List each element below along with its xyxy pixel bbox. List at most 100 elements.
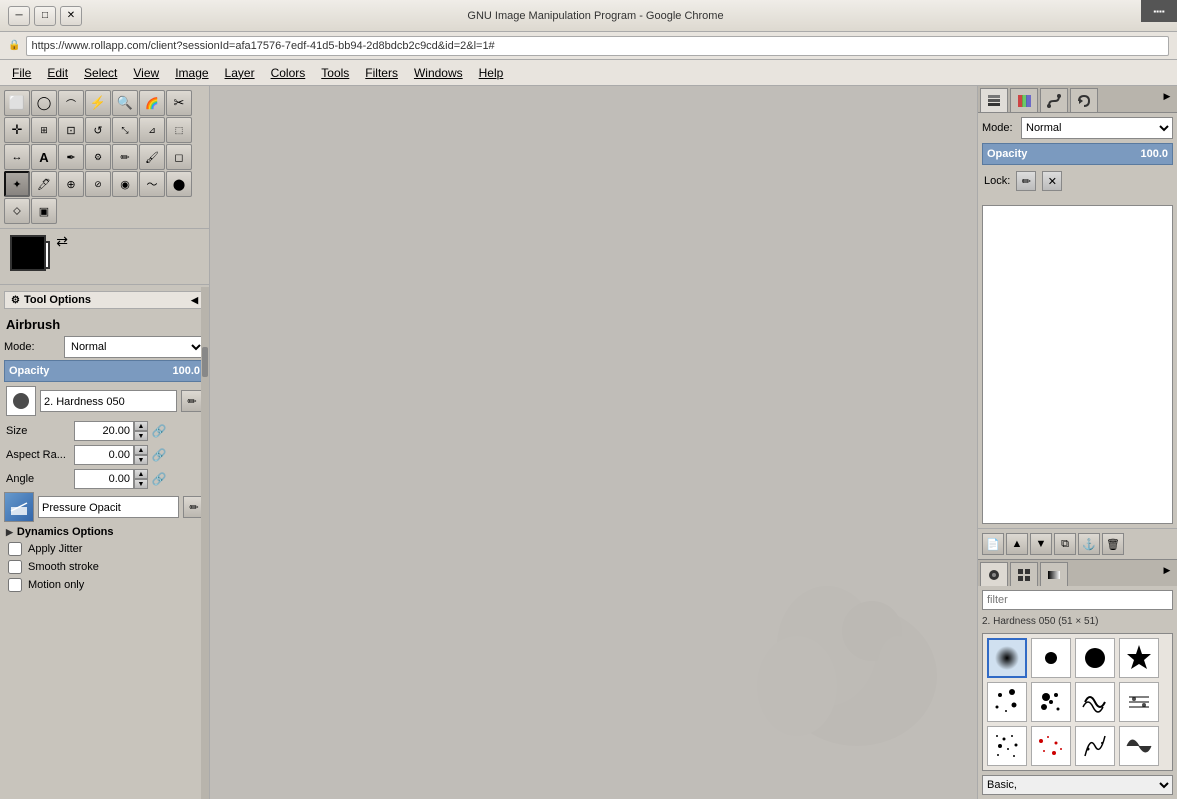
menu-view[interactable]: View [125, 64, 167, 82]
layers-list[interactable] [982, 205, 1173, 524]
brush-item-abstract2[interactable] [1119, 726, 1159, 766]
smooth-stroke-label[interactable]: Smooth stroke [28, 561, 99, 573]
raise-layer-button[interactable]: ▲ [1006, 533, 1028, 555]
tool-paintbrush[interactable]: 🖌 [139, 144, 165, 170]
motion-only-checkbox[interactable] [8, 578, 22, 592]
menu-select[interactable]: Select [76, 64, 125, 82]
tool-zoom[interactable]: 🔍 [112, 90, 138, 116]
menu-file[interactable]: File [4, 64, 39, 82]
tool-move[interactable]: ✛ [4, 117, 30, 143]
mode-select[interactable]: Normal Dissolve Multiply [64, 336, 205, 358]
tool-heal[interactable]: ⊘ [85, 171, 111, 197]
brush-item-hardness-050[interactable] [987, 638, 1027, 678]
tool-pencil[interactable]: ✏ [112, 144, 138, 170]
brush-item-dots1[interactable] [987, 726, 1027, 766]
smooth-stroke-checkbox[interactable] [8, 560, 22, 574]
layers-opacity-bar[interactable]: Opacity 100.0 [982, 143, 1173, 165]
size-down-button[interactable]: ▼ [134, 431, 148, 441]
brush-item-abstract1[interactable] [1075, 726, 1115, 766]
angle-chain-button[interactable]: 🔗 [148, 468, 170, 490]
size-chain-button[interactable]: 🔗 [148, 420, 170, 442]
angle-spinner[interactable]: ▲ ▼ [134, 469, 148, 489]
tool-path[interactable]: ✒ [58, 144, 84, 170]
menu-image[interactable]: Image [167, 64, 216, 82]
foreground-color-swatch[interactable] [10, 235, 46, 271]
angle-up-button[interactable]: ▲ [134, 469, 148, 479]
tab-undo[interactable] [1070, 88, 1098, 112]
brush-item-2[interactable] [1031, 638, 1071, 678]
tool-blend[interactable]: ▣ [31, 198, 57, 224]
tool-rect-select[interactable]: ⬜ [4, 90, 30, 116]
delete-layer-button[interactable]: 🗑 [1102, 533, 1124, 555]
tool-free-select[interactable]: ⌒ [58, 90, 84, 116]
menu-layer[interactable]: Layer [217, 64, 263, 82]
motion-only-label[interactable]: Motion only [28, 579, 84, 591]
tool-options-tab[interactable]: ⚙ Tool Options ◀ [4, 291, 205, 309]
preset-dropdown[interactable]: Basic, Calligraphic Natural [982, 775, 1173, 795]
menu-edit[interactable]: Edit [39, 64, 76, 82]
tool-text[interactable]: A [31, 144, 57, 170]
tool-ellipse-select[interactable]: ◯ [31, 90, 57, 116]
tab-layers[interactable] [980, 88, 1008, 112]
opacity-slider[interactable]: Opacity 100.0 [4, 360, 205, 382]
aspect-chain-button[interactable]: 🔗 [148, 444, 170, 466]
tool-perspective[interactable]: ⬚ [166, 117, 192, 143]
menu-colors[interactable]: Colors [263, 64, 314, 82]
aspect-spinner[interactable]: ▲ ▼ [134, 445, 148, 465]
brush-item-rough1[interactable] [1075, 682, 1115, 722]
menu-tools[interactable]: Tools [313, 64, 357, 82]
brush-item-rough2[interactable] [1119, 682, 1159, 722]
tool-scale[interactable]: ⤡ [112, 117, 138, 143]
tool-align[interactable]: ⊞ [31, 117, 57, 143]
lock-alpha-button[interactable]: ✕ [1042, 171, 1062, 191]
tab-paths[interactable] [1040, 88, 1068, 112]
size-spinner[interactable]: ▲ ▼ [134, 421, 148, 441]
lower-layer-button[interactable]: ▼ [1030, 533, 1052, 555]
menu-help[interactable]: Help [471, 64, 512, 82]
tool-scissors[interactable]: ✂ [166, 90, 192, 116]
tab-patterns[interactable] [1010, 562, 1038, 586]
brushes-filter-input[interactable] [982, 590, 1173, 610]
brush-item-splatter[interactable] [1031, 682, 1071, 722]
tool-eraser[interactable]: ◻ [166, 144, 192, 170]
menu-windows[interactable]: Windows [406, 64, 471, 82]
panel-expand-button[interactable]: ▶ [1159, 88, 1175, 104]
tool-shear[interactable]: ⊿ [139, 117, 165, 143]
aspect-down-button[interactable]: ▼ [134, 455, 148, 465]
brushes-panel-expand[interactable]: ▶ [1159, 562, 1175, 578]
size-up-button[interactable]: ▲ [134, 421, 148, 431]
brush-item-sparkle1[interactable] [987, 682, 1027, 722]
duplicate-layer-button[interactable]: ⧉ [1054, 533, 1076, 555]
size-input[interactable] [74, 421, 134, 441]
tool-options-scrollbar[interactable] [201, 287, 209, 799]
tool-dodge[interactable]: ⬤ [166, 171, 192, 197]
apply-jitter-checkbox[interactable] [8, 542, 22, 556]
tool-rotate[interactable]: ↺ [85, 117, 111, 143]
layers-mode-select[interactable]: Normal Multiply Screen [1021, 117, 1173, 139]
angle-down-button[interactable]: ▼ [134, 479, 148, 489]
anchor-layer-button[interactable]: ⚓ [1078, 533, 1100, 555]
tab-gradients[interactable] [1040, 562, 1068, 586]
swap-colors-button[interactable]: ⇄ [56, 233, 68, 250]
tool-fill[interactable]: ⬦ [4, 198, 30, 224]
tool-color-picker[interactable]: 🌈 [139, 90, 165, 116]
tab-channels[interactable] [1010, 88, 1038, 112]
dynamics-options-header[interactable]: ▶ Dynamics Options [4, 524, 205, 540]
new-layer-button[interactable]: 📄 [982, 533, 1004, 555]
brush-item-dots2[interactable] [1031, 726, 1071, 766]
brush-edit-button[interactable]: ✏ [181, 390, 203, 412]
angle-input[interactable] [74, 469, 134, 489]
tool-airbrush[interactable]: ✦ [4, 171, 30, 197]
tool-fuzzy-select[interactable]: ⚡ [85, 90, 111, 116]
tool-ink[interactable]: 🖊 [31, 171, 57, 197]
address-input[interactable] [26, 36, 1169, 56]
lock-pixels-button[interactable]: ✏ [1016, 171, 1036, 191]
tab-brushes[interactable] [980, 562, 1008, 586]
tool-iscissors[interactable]: ⚙ [85, 144, 111, 170]
brush-item-3[interactable] [1075, 638, 1115, 678]
tool-convolve[interactable]: ◉ [112, 171, 138, 197]
tool-flip[interactable]: ↔ [4, 144, 30, 170]
tool-options-collapse[interactable]: ◀ [191, 295, 198, 306]
brush-item-star[interactable] [1119, 638, 1159, 678]
tool-crop[interactable]: ⊡ [58, 117, 84, 143]
